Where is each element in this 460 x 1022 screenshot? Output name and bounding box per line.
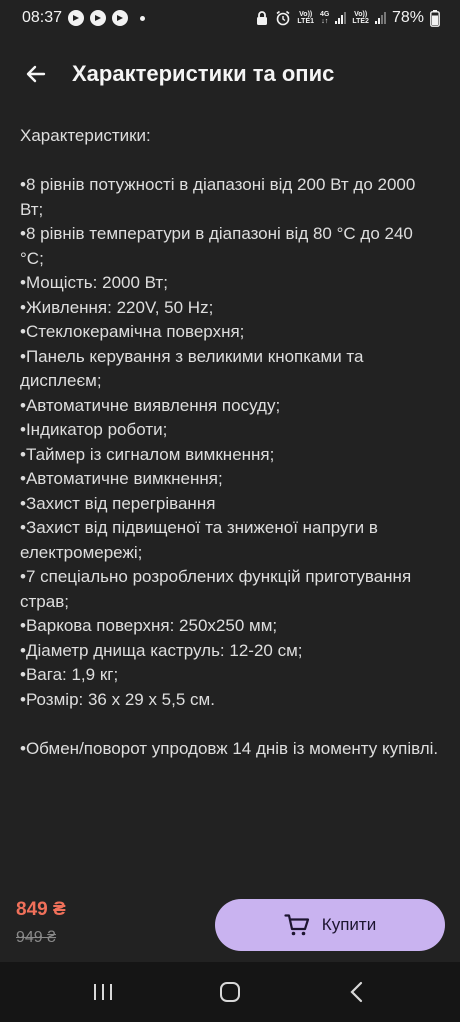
spec-item: •Автоматичне виявлення посуду; <box>20 395 281 415</box>
spec-item: •8 рівнів потужності в діапазоні від 200… <box>20 175 416 219</box>
shopping-cart-icon <box>284 914 309 936</box>
description-content: Характеристики: •8 рівнів потужності в д… <box>20 124 440 761</box>
alarm-icon <box>276 10 290 26</box>
arrow-left-icon <box>26 65 46 83</box>
notification-app-icon <box>112 10 129 26</box>
top-app-bar: Характеристики та опис <box>0 36 460 112</box>
status-time: 08:37 <box>22 9 63 26</box>
signal-strength-icon <box>335 12 347 24</box>
back-button[interactable] <box>16 54 56 94</box>
spec-item: •Вага: 1,9 кг; <box>20 665 119 684</box>
chevron-left-icon <box>350 981 362 1003</box>
battery-icon <box>430 9 440 27</box>
volte-lte1-indicator: Vo)) LTE1 <box>297 11 314 25</box>
recent-apps-button[interactable] <box>78 972 128 1012</box>
spec-item: •Стеклокерамічна поверхня; <box>20 322 245 341</box>
network-type-label: 4G <box>320 11 330 18</box>
volte-label: Vo)) <box>354 11 368 18</box>
buy-button[interactable]: Купити <box>215 899 445 951</box>
buy-button-label: Купити <box>321 915 377 934</box>
system-back-button[interactable] <box>332 972 382 1012</box>
volte-lte2-indicator: Vo)) LTE2 <box>352 11 369 25</box>
home-button[interactable] <box>205 972 255 1012</box>
notification-app-icon <box>68 10 85 26</box>
spec-item: •Мощість: 2000 Вт; <box>20 273 168 292</box>
notification-app-icon <box>90 10 107 26</box>
signal-strength-icon <box>374 12 386 24</box>
spec-item: •Захист від підвищеної та зниженої напру… <box>20 518 378 562</box>
network-4g-indicator: 4G ↓↑ <box>320 11 329 25</box>
recent-apps-icon <box>94 984 113 1000</box>
spec-item: •Автоматичне вимкнення; <box>20 469 223 488</box>
spec-item: •Індикатор роботи; <box>20 420 168 439</box>
status-bar-right: Vo)) LTE1 4G ↓↑ Vo)) LTE2 78% <box>255 9 440 27</box>
spec-item: •Живлення: 220V, 50 Hz; <box>20 297 214 317</box>
old-price: 949 ₴ <box>16 929 57 946</box>
spec-item: •7 спеціально розроблених функцій пригот… <box>20 567 412 611</box>
status-bar-left: 08:37 <box>22 9 146 27</box>
system-navigation-bar <box>0 962 460 1022</box>
spec-item: •Захист від перегрівання <box>20 493 216 513</box>
return-policy-note: •Обмен/поворот упродовж 14 днів із момен… <box>20 738 439 758</box>
lock-icon <box>257 11 268 25</box>
battery-percentage: 78% <box>391 9 424 26</box>
data-arrows-icon: ↓↑ <box>321 18 329 25</box>
status-bar: 08:37 Vo)) LTE1 4G ↓↑ Vo)) LTE2 78% <box>0 0 460 36</box>
lte1-label: LTE1 <box>297 18 315 25</box>
current-price: 849 ₴ <box>16 899 66 920</box>
spec-item: •8 рівнів температури в діапазоні від 80… <box>20 224 413 268</box>
spec-item: •Панель керування з великими кнопками та… <box>20 346 364 391</box>
volte-label: Vo)) <box>299 11 313 18</box>
description-heading: Характеристики: <box>20 126 151 145</box>
spec-item: •Таймер із сигналом вимкнення; <box>20 444 275 464</box>
spec-item: •Розмір: 36 х 29 х 5,5 см. <box>20 689 215 709</box>
home-icon <box>219 982 240 1002</box>
spec-item: •Діаметр днища каструль: 12-20 см; <box>20 640 303 660</box>
page-title: Характеристики та опис <box>72 61 335 86</box>
more-notifications-dot-icon <box>140 15 146 21</box>
lte2-label: LTE2 <box>352 18 369 25</box>
spec-item: •Варкова поверхня: 250x250 мм; <box>20 616 278 635</box>
